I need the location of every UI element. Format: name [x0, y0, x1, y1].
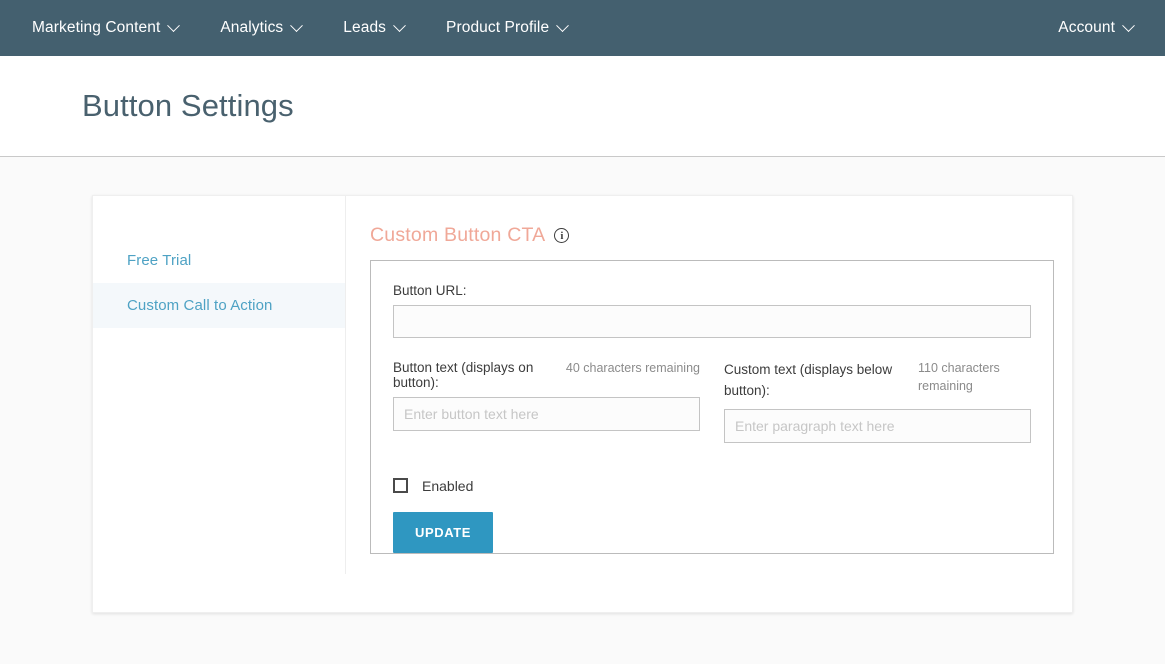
- button-url-input[interactable]: [393, 305, 1031, 338]
- top-navbar: Marketing Content Analytics Leads Produc…: [0, 0, 1165, 56]
- nav-item-label: Account: [1058, 19, 1115, 36]
- custom-text-label: Custom text (displays below button):: [724, 362, 893, 398]
- nav-item-leads[interactable]: Leads: [333, 13, 414, 43]
- navbar-right-group: Account: [1048, 13, 1143, 43]
- section-header: Custom Button CTA i: [370, 224, 1054, 247]
- chevron-down-icon: [167, 18, 181, 32]
- page-body: Free Trial Custom Call to Action Custom …: [0, 157, 1165, 663]
- enabled-checkbox-row: Enabled: [393, 478, 1031, 494]
- button-text-char-counter: 40 characters remaining: [565, 361, 700, 375]
- chevron-down-icon: [1122, 18, 1135, 32]
- nav-item-label: Marketing Content: [32, 19, 161, 36]
- sidebar-item-label: Free Trial: [127, 252, 192, 269]
- enabled-checkbox-label: Enabled: [422, 477, 474, 494]
- page-header: Button Settings: [0, 56, 1165, 157]
- nav-item-label: Leads: [343, 19, 387, 36]
- chevron-down-icon: [556, 18, 570, 32]
- custom-text-field-group: Custom text (displays below button): 110…: [724, 360, 1031, 443]
- chevron-down-icon: [393, 18, 406, 32]
- settings-sidebar: Free Trial Custom Call to Action: [93, 196, 346, 574]
- button-text-field-group: Button text (displays on button): 40 cha…: [393, 360, 700, 443]
- chevron-down-icon: [290, 18, 304, 32]
- sidebar-item-free-trial[interactable]: Free Trial: [93, 238, 345, 283]
- button-text-label-line: Button text (displays on button): 40 cha…: [393, 360, 700, 390]
- button-text-label: Button text (displays on button):: [393, 360, 534, 390]
- button-text-input[interactable]: [393, 397, 700, 431]
- custom-text-input[interactable]: [724, 408, 1031, 443]
- info-icon[interactable]: i: [554, 228, 570, 243]
- button-url-field-group: Button URL:: [393, 283, 1031, 338]
- nav-item-product-profile[interactable]: Product Profile: [436, 13, 577, 43]
- section-title: Custom Button CTA: [370, 224, 546, 246]
- settings-main-pane: Custom Button CTA i Button URL: Button t…: [346, 196, 1078, 612]
- text-fields-row: Button text (displays on button): 40 cha…: [393, 360, 1031, 443]
- sidebar-item-custom-call-to-action[interactable]: Custom Call to Action: [93, 283, 345, 328]
- custom-text-char-counter: 110 characters remaining: [918, 361, 1000, 393]
- nav-item-account[interactable]: Account: [1048, 13, 1143, 43]
- navbar-left-group: Marketing Content Analytics Leads Produc…: [22, 13, 599, 43]
- sidebar-item-label: Custom Call to Action: [127, 297, 273, 314]
- button-url-label: Button URL:: [393, 283, 467, 298]
- enabled-checkbox[interactable]: [393, 478, 408, 494]
- nav-item-analytics[interactable]: Analytics: [210, 13, 311, 43]
- page-title: Button Settings: [82, 88, 294, 123]
- nav-item-marketing-content[interactable]: Marketing Content: [22, 13, 188, 43]
- custom-text-label-line: Custom text (displays below button): 110…: [724, 360, 1031, 402]
- custom-cta-form: Button URL: Button text (displays on but…: [370, 260, 1054, 554]
- nav-item-label: Analytics: [220, 19, 284, 36]
- settings-card: Free Trial Custom Call to Action Custom …: [92, 195, 1073, 613]
- nav-item-label: Product Profile: [446, 19, 550, 36]
- update-button[interactable]: UPDATE: [393, 511, 494, 553]
